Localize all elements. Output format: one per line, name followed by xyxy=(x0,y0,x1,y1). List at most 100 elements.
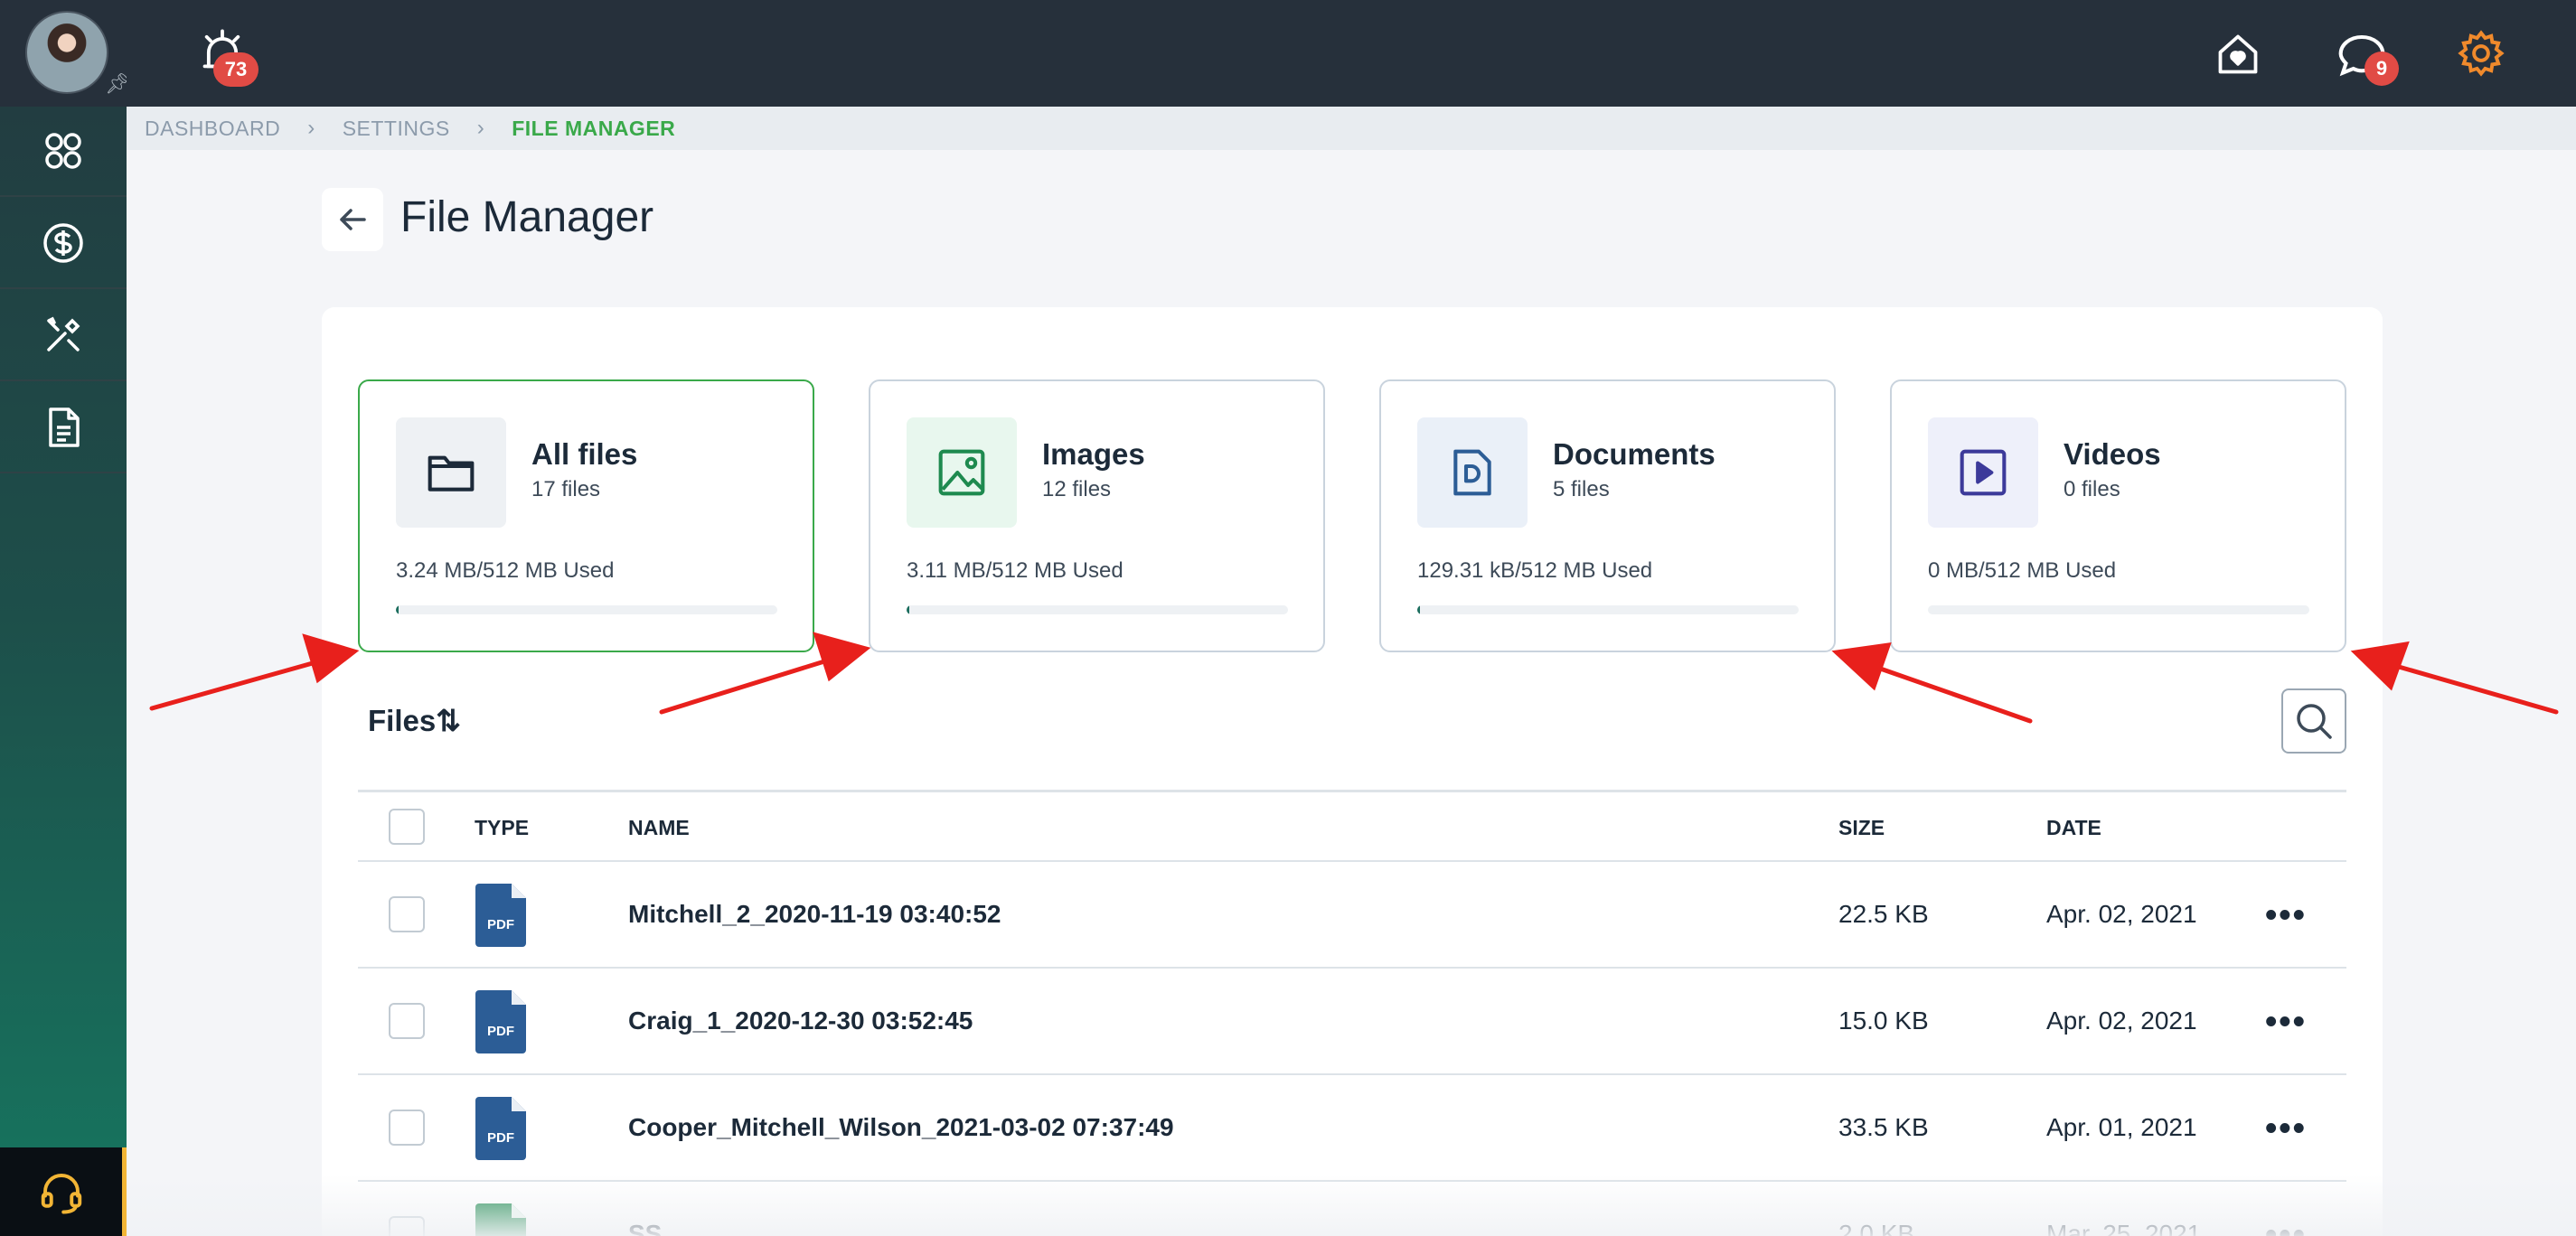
breadcrumb-settings[interactable]: SETTINGS xyxy=(343,117,450,141)
support-button[interactable] xyxy=(0,1147,127,1236)
file-date: Mar. 25, 2021 xyxy=(2046,1220,2202,1236)
tools-icon xyxy=(47,316,80,351)
file-type-label: PDF xyxy=(487,917,514,932)
file-type-label: PDF xyxy=(487,1024,514,1039)
category-count: 17 files xyxy=(531,477,601,501)
files-table: TYPE NAME SIZE DATE PDF Mitchell_2_2020-… xyxy=(358,790,2346,1236)
select-all-checkbox[interactable] xyxy=(389,809,425,845)
file-name[interactable]: Cooper_Mitchell_Wilson_2021-03-02 07:37:… xyxy=(628,1113,1174,1142)
file-size: 22.5 KB xyxy=(1838,900,1929,928)
sidebar-item-tools[interactable] xyxy=(0,291,127,381)
category-progress-bar xyxy=(396,605,777,614)
file-date: Apr. 02, 2021 xyxy=(2046,900,2197,928)
category-icon-box xyxy=(907,417,1017,528)
category-title: All files xyxy=(531,437,638,471)
document-list-icon xyxy=(49,407,80,447)
category-images[interactable]: Images 12 files 3.11 MB/512 MB Used xyxy=(869,379,1325,652)
more-options-icon[interactable]: ••• xyxy=(2265,896,2307,935)
file-name[interactable]: Craig_1_2020-12-30 03:52:45 xyxy=(628,1007,973,1035)
avatar-area: 📌︎ xyxy=(0,0,130,107)
row-checkbox[interactable] xyxy=(389,1003,425,1039)
category-icon-box xyxy=(396,417,506,528)
topbar: 73 9 xyxy=(127,0,2576,107)
pdf-file-icon: PDF xyxy=(475,990,526,1053)
category-videos[interactable]: Videos 0 files 0 MB/512 MB Used xyxy=(1890,379,2346,652)
column-date[interactable]: DATE xyxy=(2046,816,2101,840)
breadcrumb: DASHBOARD › SETTINGS › FILE MANAGER xyxy=(127,107,2576,150)
files-title: Files xyxy=(368,704,437,737)
category-icon-box xyxy=(1417,417,1528,528)
file-name[interactable]: Mitchell_2_2020-11-19 03:40:52 xyxy=(628,900,1001,929)
search-button[interactable] xyxy=(2281,688,2346,754)
file-size: 33.5 KB xyxy=(1838,1113,1929,1141)
column-name[interactable]: NAME xyxy=(628,816,690,840)
category-usage: 3.11 MB/512 MB Used xyxy=(907,558,1123,583)
row-checkbox[interactable] xyxy=(389,1110,425,1146)
files-heading[interactable]: Files⇅ xyxy=(368,703,461,738)
category-usage: 129.31 kB/512 MB Used xyxy=(1417,558,1653,583)
file-date: Apr. 02, 2021 xyxy=(2046,1007,2197,1035)
file-date: Apr. 01, 2021 xyxy=(2046,1113,2197,1141)
pdf-file-icon: PDF xyxy=(475,1097,526,1160)
more-options-icon[interactable]: ••• xyxy=(2265,1003,2307,1042)
row-checkbox[interactable] xyxy=(389,1216,425,1236)
category-progress-fill xyxy=(1417,605,1420,614)
file-type-label: PDF xyxy=(487,1130,514,1146)
document-icon xyxy=(1453,449,1491,496)
sidebar-item-documents[interactable] xyxy=(0,383,127,473)
alarm-badge: 73 xyxy=(213,52,259,87)
category-title: Documents xyxy=(1553,437,1716,471)
category-count: 5 files xyxy=(1553,477,1610,501)
category-count: 0 files xyxy=(2064,477,2120,501)
dollar-circle-icon xyxy=(43,223,83,263)
page-title: File Manager xyxy=(400,193,654,241)
category-count: 12 files xyxy=(1042,477,1112,501)
image-icon xyxy=(938,449,985,496)
category-progress-bar xyxy=(907,605,1288,614)
gear-icon[interactable] xyxy=(2457,29,2505,78)
category-progress-bar xyxy=(1928,605,2309,614)
headset-icon xyxy=(41,1174,81,1214)
more-options-icon[interactable]: ••• xyxy=(2265,1216,2307,1236)
avatar[interactable] xyxy=(25,11,108,94)
row-checkbox[interactable] xyxy=(389,896,425,932)
back-button[interactable] xyxy=(322,188,383,251)
table-header: TYPE NAME SIZE DATE xyxy=(358,790,2346,862)
file-size: 15.0 KB xyxy=(1838,1007,1929,1035)
sidebar: 📌︎ xyxy=(0,0,130,1236)
category-progress-fill xyxy=(396,605,399,614)
category-documents[interactable]: Documents 5 files 129.31 kB/512 MB Used xyxy=(1379,379,1836,652)
grid-icon xyxy=(45,133,81,169)
chevron-right-icon: › xyxy=(307,116,315,140)
category-icon-box xyxy=(1928,417,2038,528)
sidebar-item-dashboard[interactable] xyxy=(0,107,127,197)
more-options-icon[interactable]: ••• xyxy=(2265,1110,2307,1148)
breadcrumb-file-manager: FILE MANAGER xyxy=(512,116,676,140)
search-icon xyxy=(2297,704,2332,739)
category-usage: 3.24 MB/512 MB Used xyxy=(396,558,615,583)
table-row[interactable]: SS 2.0 KB Mar. 25, 2021 ••• xyxy=(358,1182,2346,1236)
home-icon[interactable] xyxy=(2214,31,2261,78)
column-type[interactable]: TYPE xyxy=(475,816,529,840)
category-title: Images xyxy=(1042,437,1145,471)
column-size[interactable]: SIZE xyxy=(1838,816,1885,840)
table-row[interactable]: PDF Cooper_Mitchell_Wilson_2021-03-02 07… xyxy=(358,1075,2346,1182)
video-icon xyxy=(1960,449,2007,496)
file-size: 2.0 KB xyxy=(1838,1220,1915,1236)
spreadsheet-file-icon xyxy=(475,1203,526,1236)
category-progress-bar xyxy=(1417,605,1799,614)
category-usage: 0 MB/512 MB Used xyxy=(1928,558,2117,583)
category-title: Videos xyxy=(2064,437,2161,471)
arrow-left-icon xyxy=(340,209,366,230)
sort-arrows-icon[interactable]: ⇅ xyxy=(436,704,461,737)
category-progress-fill xyxy=(907,605,909,614)
category-all-files[interactable]: All files 17 files 3.24 MB/512 MB Used xyxy=(358,379,814,652)
chevron-right-icon: › xyxy=(476,116,485,140)
sidebar-item-billing[interactable] xyxy=(0,199,127,289)
folder-icon xyxy=(428,455,475,492)
file-name[interactable]: SS xyxy=(628,1220,662,1236)
breadcrumb-dashboard[interactable]: DASHBOARD xyxy=(145,117,280,141)
table-row[interactable]: PDF Mitchell_2_2020-11-19 03:40:52 22.5 … xyxy=(358,862,2346,969)
table-row[interactable]: PDF Craig_1_2020-12-30 03:52:45 15.0 KB … xyxy=(358,969,2346,1075)
chat-badge: 9 xyxy=(2364,52,2399,86)
